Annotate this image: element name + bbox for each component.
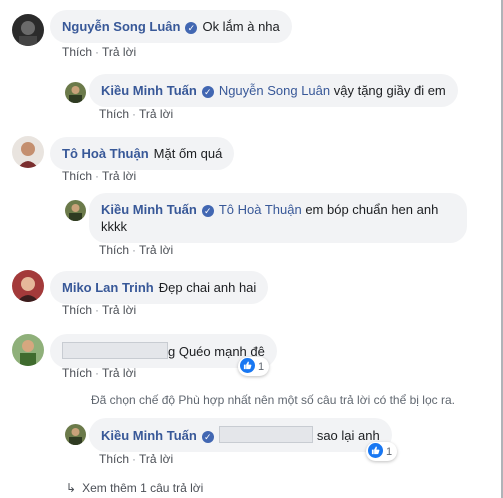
like-reaction-icon: [368, 443, 383, 458]
mention-link[interactable]: Tô Hoà Thuận: [219, 202, 302, 217]
separator: ·: [95, 169, 100, 183]
reply-link[interactable]: Trả lời: [102, 303, 136, 317]
verified-badge-icon: ✓: [185, 22, 198, 34]
comment-bubble: Nguyễn Song Luân ✓ Ok lắm à nha: [50, 10, 292, 43]
like-link[interactable]: Thích: [99, 452, 129, 466]
comment-text: sao lại anh: [316, 428, 380, 443]
redacted-name: [62, 342, 168, 359]
like-link[interactable]: Thích: [99, 107, 129, 121]
verified-badge-icon: ✓: [201, 86, 214, 98]
separator: ·: [132, 452, 137, 466]
like-link[interactable]: Thích: [62, 366, 92, 380]
separator: ·: [132, 243, 137, 257]
commenter-name[interactable]: Kiều Minh Tuấn: [101, 202, 197, 217]
reply-bubble: Kiều Minh Tuấn ✓ Tô Hoà Thuận em bóp chuẩn…: [89, 193, 467, 243]
comment-actions: Thích · Trả lời: [62, 169, 136, 183]
commenter-name[interactable]: Kiều Minh Tuấn: [101, 83, 197, 98]
comment-text: Đẹp chai anh hai: [158, 280, 257, 295]
view-more-label: Xem thêm 1 câu trả lời: [82, 481, 204, 495]
reaction-number: 1: [386, 446, 393, 458]
reply-link[interactable]: Trả lời: [102, 45, 136, 59]
verified-badge-icon: ✓: [201, 205, 214, 217]
reply-link[interactable]: Trả lời: [139, 243, 173, 257]
comment-bubble: Miko Lan Trinh Đẹp chai anh hai: [50, 271, 269, 304]
view-more-replies[interactable]: ↳ Xem thêm 1 câu trả lời: [66, 481, 203, 495]
like-link[interactable]: Thích: [62, 45, 92, 59]
comment-actions: Thích · Trả lời: [99, 243, 173, 257]
avatar[interactable]: [12, 14, 44, 46]
reply-link[interactable]: Trả lời: [139, 452, 173, 466]
comment-actions: Thích · Trả lời: [62, 366, 136, 380]
filter-notice: Đã chọn chế độ Phù hợp nhất nên một số c…: [91, 393, 455, 407]
reaction-count[interactable]: 1: [366, 442, 398, 461]
reaction-number: 1: [258, 361, 265, 373]
comment-bubble: Tô Hoà Thuận Mặt ốm quá: [50, 137, 235, 170]
separator: ·: [132, 107, 137, 121]
avatar[interactable]: [65, 200, 86, 221]
like-link[interactable]: Thích: [62, 303, 92, 317]
comment-actions: Thích · Trả lời: [99, 107, 173, 121]
mention-link[interactable]: Nguyễn Song Luân: [219, 83, 330, 98]
avatar[interactable]: [65, 82, 86, 103]
commenter-name[interactable]: Miko Lan Trinh: [62, 280, 154, 295]
like-link[interactable]: Thích: [62, 169, 92, 183]
reply-link[interactable]: Trả lời: [139, 107, 173, 121]
comment-text: Mặt ốm quá: [153, 146, 223, 161]
comment-text: vậy tặng giầy đi em: [333, 83, 446, 98]
reply-link[interactable]: Trả lời: [102, 169, 136, 183]
avatar[interactable]: [12, 334, 44, 366]
comment-text: Ok lắm à nha: [202, 19, 280, 34]
separator: ·: [95, 45, 100, 59]
like-link[interactable]: Thích: [99, 243, 129, 257]
separator: ·: [95, 366, 100, 380]
commenter-name[interactable]: Tô Hoà Thuận: [62, 146, 149, 161]
reply-bubble: Kiều Minh Tuấn ✓ Nguyễn Song Luân vậy tặng…: [89, 74, 458, 107]
reply-arrow-icon: ↳: [66, 481, 77, 495]
avatar[interactable]: [12, 270, 44, 302]
verified-badge-icon: ✓: [201, 431, 214, 443]
reply-link[interactable]: Trả lời: [102, 366, 136, 380]
like-reaction-icon: [240, 358, 255, 373]
avatar[interactable]: [65, 424, 86, 445]
reaction-count[interactable]: 1: [238, 357, 270, 376]
reply-bubble: Kiều Minh Tuấn ✓ sao lại anh: [89, 418, 392, 452]
comment-actions: Thích · Trả lời: [99, 452, 173, 466]
comment-actions: Thích · Trả lời: [62, 303, 136, 317]
avatar[interactable]: [12, 136, 44, 168]
redacted-mention: [218, 426, 313, 443]
commenter-name[interactable]: Nguyễn Song Luân: [62, 19, 180, 34]
commenter-name[interactable]: Kiều Minh Tuấn: [101, 428, 197, 443]
comment-actions: Thích · Trả lời: [62, 45, 136, 59]
separator: ·: [95, 303, 100, 317]
